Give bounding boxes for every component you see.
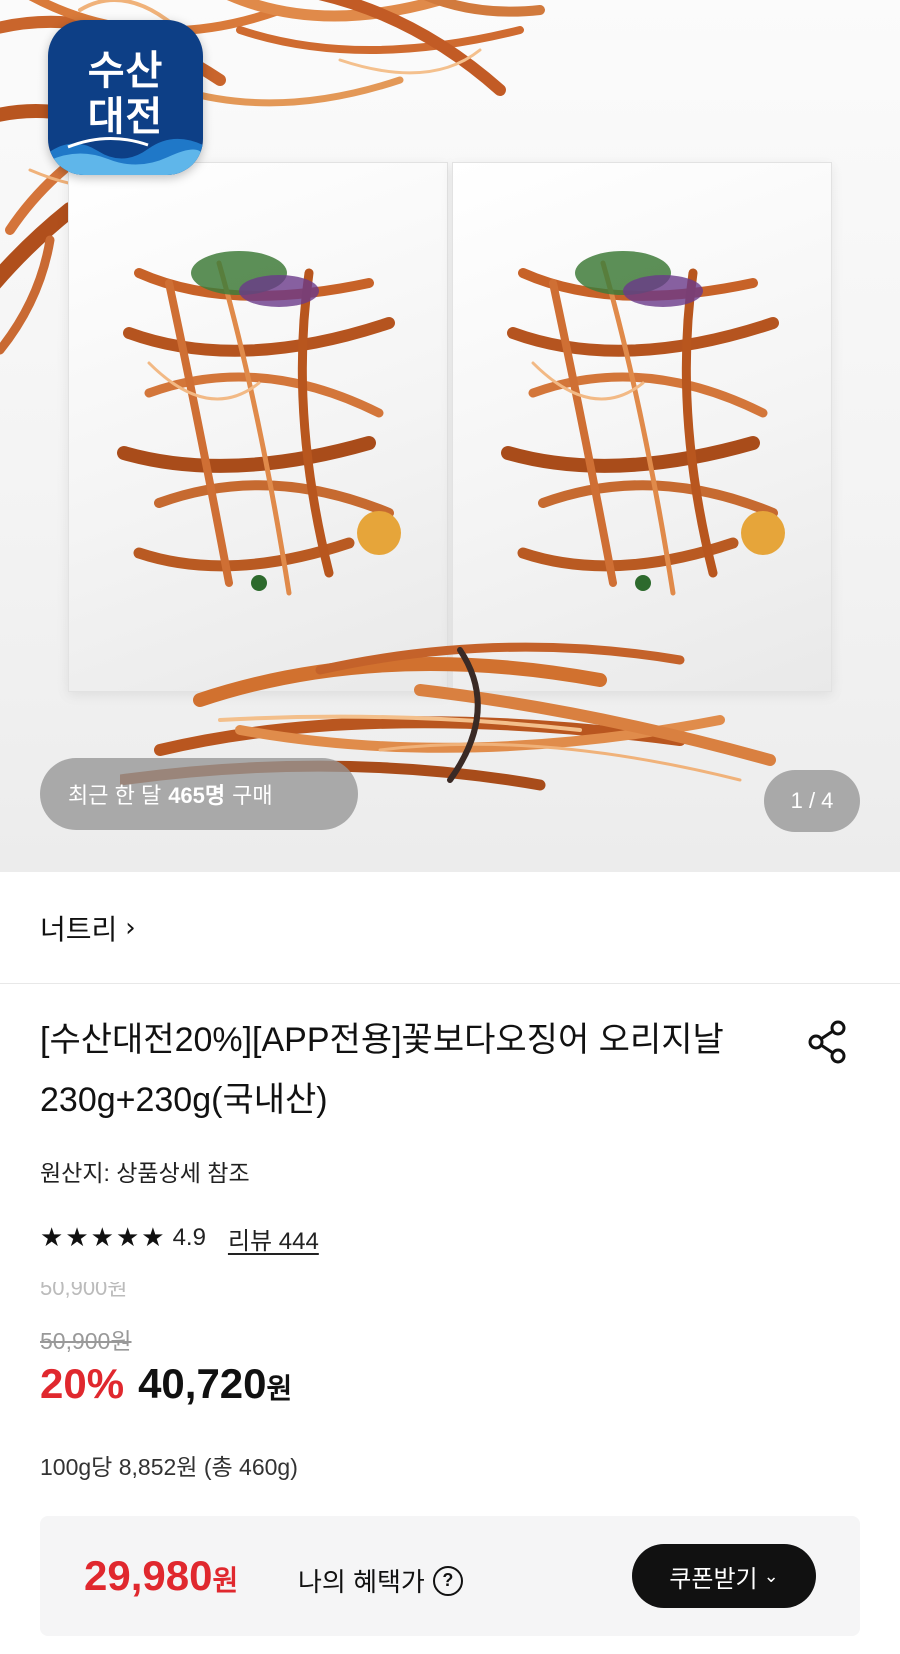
product-title: [수산대전20%][APP전용]꽃보다오징어 오리지날 230g+230g(국내… <box>40 1021 724 1119</box>
app-logo-line1: 수산 <box>87 48 164 94</box>
discount-rate: 20% <box>40 1360 125 1407</box>
rating-value: 4.9 <box>172 1224 206 1251</box>
buyers-prefix: 최근 한 달 <box>68 783 162 808</box>
benefit-label-text: 나의 혜택가 <box>298 1567 425 1597</box>
original-price: 50,900원 <box>40 1328 132 1354</box>
recent-buyers-badge: 최근 한 달 465명 구매 <box>40 758 358 830</box>
image-counter: 1 / 4 <box>764 770 860 832</box>
unit-price: 100g당 8,852원 (총 460g) <box>40 1454 298 1480</box>
rating-row: ★ ★ ★ ★ ★ 4.9 리뷰 444 <box>40 1220 319 1256</box>
buyers-count: 465명 <box>168 783 226 808</box>
share-button[interactable] <box>804 1018 852 1066</box>
store-link[interactable]: 너트리 › <box>0 872 900 984</box>
store-name: 너트리 <box>40 913 118 945</box>
star-rating: ★ ★ ★ ★ ★ <box>40 1225 165 1251</box>
ghost-price-artifact: 50,900원 <box>40 1282 128 1298</box>
benefit-price-unit: 원 <box>212 1565 239 1596</box>
wave-icon <box>48 137 203 175</box>
app-logo: 수산 대전 <box>48 20 203 175</box>
sale-price: 40,720 <box>138 1360 267 1407</box>
question-circle-icon[interactable]: ? <box>432 1565 463 1596</box>
sale-price-unit: 원 <box>266 1373 293 1404</box>
buyers-suffix: 구매 <box>232 783 273 808</box>
star-icon: ★ <box>115 1223 140 1253</box>
review-link[interactable]: 리뷰 444 <box>228 1221 319 1256</box>
product-title-block: [수산대전20%][APP전용]꽃보다오징어 오리지날 230g+230g(국내… <box>40 1010 770 1130</box>
get-coupon-button[interactable]: 쿠폰받기 ⌄ <box>632 1544 816 1608</box>
benefit-price-value: 29,980 <box>84 1552 213 1599</box>
share-icon <box>808 1020 846 1064</box>
star-icon: ★ <box>65 1223 89 1253</box>
sale-price-row: 20% 40,720 원 <box>40 1360 292 1408</box>
benefit-price-box: 29,980 원 나의 혜택가 ? 쿠폰받기 ⌄ <box>40 1516 860 1636</box>
product-image-carousel[interactable]: 수산 대전 최근 한 달 465명 구매 1 / 4 <box>0 0 900 872</box>
star-icon: ★ <box>90 1223 114 1253</box>
chevron-right-icon: › <box>125 912 136 943</box>
star-icon: ★ <box>40 1223 64 1253</box>
ghost-price-text: 50,900원 <box>40 1282 128 1298</box>
origin-info: 원산지: 상품상세 참조 <box>40 1160 250 1186</box>
star-icon: ★ <box>141 1223 165 1253</box>
coupon-button-label: 쿠폰받기 <box>669 1565 758 1593</box>
benefit-price: 29,980 원 <box>84 1552 238 1600</box>
benefit-label: 나의 혜택가 ? <box>298 1562 463 1599</box>
chevron-down-icon: ⌄ <box>763 1565 779 1587</box>
